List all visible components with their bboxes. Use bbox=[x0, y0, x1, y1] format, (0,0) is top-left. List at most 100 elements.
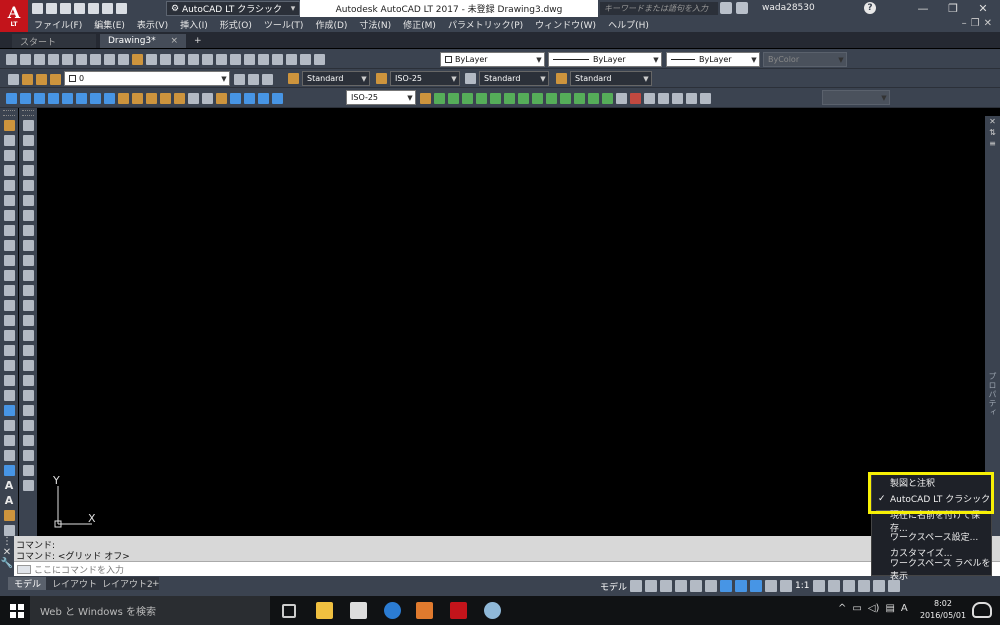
rotate-icon[interactable] bbox=[22, 210, 34, 221]
volume-icon[interactable]: ◁) bbox=[868, 603, 880, 614]
tool-palettes-icon[interactable] bbox=[258, 53, 269, 65]
aligned-dim-icon[interactable] bbox=[20, 92, 31, 104]
copy-icon[interactable] bbox=[22, 135, 34, 146]
layer-previous-icon[interactable] bbox=[248, 73, 259, 85]
revcloud-icon[interactable] bbox=[3, 225, 15, 236]
construction-line-icon[interactable] bbox=[3, 135, 15, 146]
undo-icon[interactable] bbox=[102, 3, 113, 14]
array-icon[interactable] bbox=[22, 180, 34, 191]
match-properties-icon[interactable] bbox=[132, 53, 143, 65]
help-icon[interactable] bbox=[314, 53, 325, 65]
annotation-visibility-icon[interactable] bbox=[750, 580, 763, 592]
redo-icon[interactable] bbox=[160, 53, 171, 65]
snap-none-icon[interactable] bbox=[616, 92, 627, 104]
view-front-icon[interactable] bbox=[700, 92, 711, 104]
help-search-input[interactable]: キーワードまたは語句を入力 bbox=[600, 2, 718, 15]
palette-grip[interactable] bbox=[3, 110, 15, 116]
menu-insert[interactable]: 挿入(I) bbox=[174, 18, 214, 31]
pan-icon[interactable] bbox=[174, 53, 185, 65]
layer-dropdown[interactable]: 0 ▼ bbox=[64, 71, 230, 86]
wrench-icon[interactable]: 🔧 bbox=[0, 558, 14, 569]
object-snap-tracking-icon[interactable] bbox=[720, 580, 733, 592]
blend-icon[interactable] bbox=[22, 345, 34, 356]
table-icon[interactable] bbox=[3, 375, 15, 386]
draw-order-icon[interactable] bbox=[22, 435, 34, 446]
properties-icon[interactable] bbox=[230, 53, 241, 65]
stretch-icon[interactable] bbox=[22, 240, 34, 251]
fillet-icon[interactable] bbox=[22, 330, 34, 341]
menu-edit[interactable]: 編集(E) bbox=[88, 18, 131, 31]
palette-grip[interactable] bbox=[22, 110, 34, 116]
snap-quadrant-icon[interactable] bbox=[518, 92, 529, 104]
donut-icon[interactable] bbox=[3, 435, 15, 446]
text-edit-icon[interactable] bbox=[3, 510, 15, 521]
line-icon[interactable] bbox=[3, 120, 15, 131]
dim-break-icon[interactable] bbox=[174, 92, 185, 104]
taskbar-clock[interactable]: 8:02 2016/05/01 bbox=[918, 598, 968, 622]
command-prompt-icon[interactable] bbox=[17, 564, 31, 574]
scale-value[interactable]: 1:1 bbox=[795, 581, 809, 591]
jogged-linear-icon[interactable] bbox=[230, 92, 241, 104]
message-icon[interactable]: ▤ bbox=[885, 603, 894, 614]
lengthen-icon[interactable] bbox=[22, 420, 34, 431]
hardware-acceleration-icon[interactable] bbox=[857, 580, 870, 592]
ime-indicator[interactable]: A bbox=[901, 603, 908, 614]
snap-tangent-icon[interactable] bbox=[532, 92, 543, 104]
table-style-icon[interactable] bbox=[465, 73, 476, 84]
multiline-icon[interactable] bbox=[22, 480, 34, 491]
align-icon[interactable] bbox=[22, 405, 34, 416]
rectangle-icon[interactable] bbox=[3, 180, 15, 191]
ordinate-icon[interactable] bbox=[48, 92, 59, 104]
infer-constraints-icon[interactable] bbox=[660, 580, 673, 592]
snap-extension-icon[interactable] bbox=[490, 92, 501, 104]
ellipse-arc-icon[interactable] bbox=[3, 270, 15, 281]
snap-apparent-icon[interactable] bbox=[476, 92, 487, 104]
edge-icon[interactable] bbox=[384, 602, 401, 619]
dim-text-edit-icon[interactable] bbox=[258, 92, 269, 104]
zoom-realtime-icon[interactable] bbox=[188, 53, 199, 65]
grid-icon[interactable] bbox=[630, 580, 643, 592]
wipeout-icon[interactable] bbox=[3, 420, 15, 431]
menu-modify[interactable]: 修正(M) bbox=[397, 18, 442, 31]
single-line-text-icon[interactable]: A bbox=[5, 495, 14, 506]
paint-icon[interactable] bbox=[484, 602, 501, 619]
move-icon[interactable] bbox=[22, 195, 34, 206]
menu-format[interactable]: 形式(O) bbox=[214, 18, 258, 31]
open-icon[interactable] bbox=[46, 3, 57, 14]
menu-view[interactable]: 表示(V) bbox=[131, 18, 174, 31]
dim-style-dropdown[interactable]: ISO-25 ▼ bbox=[390, 71, 460, 86]
region-icon[interactable] bbox=[3, 360, 15, 371]
workspace-item-save-as[interactable]: 現在に名前を付けて保存... bbox=[872, 511, 991, 534]
file-explorer-icon[interactable] bbox=[316, 602, 333, 619]
chevron-up-icon[interactable]: ^ bbox=[838, 603, 846, 614]
publish-icon[interactable] bbox=[76, 53, 87, 65]
autocad-taskbar-icon[interactable] bbox=[450, 602, 467, 619]
dim-space-icon[interactable] bbox=[160, 92, 171, 104]
annotation-scale-icon[interactable] bbox=[780, 580, 793, 592]
explode-icon[interactable] bbox=[22, 360, 34, 371]
workspace-item-show-label[interactable]: ワークスペース ラベルを表示 bbox=[872, 559, 991, 582]
layer-properties-icon[interactable] bbox=[8, 73, 19, 85]
copy-icon[interactable] bbox=[104, 53, 115, 65]
isolate-icon[interactable] bbox=[842, 580, 855, 592]
spell-check-icon[interactable] bbox=[3, 525, 15, 536]
hatch-icon[interactable] bbox=[3, 330, 15, 341]
snap-icon[interactable] bbox=[645, 580, 658, 592]
application-menu-button[interactable]: A LT bbox=[0, 0, 28, 32]
close-icon[interactable]: ✕ bbox=[968, 0, 998, 17]
help-icon[interactable]: ? bbox=[864, 2, 876, 14]
new-icon[interactable] bbox=[6, 53, 17, 65]
snap-insert-icon[interactable] bbox=[574, 92, 585, 104]
save-icon[interactable] bbox=[60, 3, 71, 14]
plus-icon[interactable] bbox=[827, 580, 840, 592]
undo-icon[interactable] bbox=[146, 53, 157, 65]
menu-window[interactable]: ウィンドウ(W) bbox=[529, 18, 602, 31]
point-icon[interactable] bbox=[3, 315, 15, 326]
paste-icon[interactable] bbox=[118, 53, 129, 65]
isodraft-icon[interactable] bbox=[705, 580, 718, 592]
dim-style-dropdown-2[interactable]: ISO-25 ▼ bbox=[346, 90, 416, 105]
spline-icon[interactable] bbox=[3, 240, 15, 251]
inspection-icon[interactable] bbox=[216, 92, 227, 104]
tab-start[interactable]: スタート bbox=[12, 34, 96, 48]
dim-style-icon[interactable] bbox=[420, 92, 431, 104]
